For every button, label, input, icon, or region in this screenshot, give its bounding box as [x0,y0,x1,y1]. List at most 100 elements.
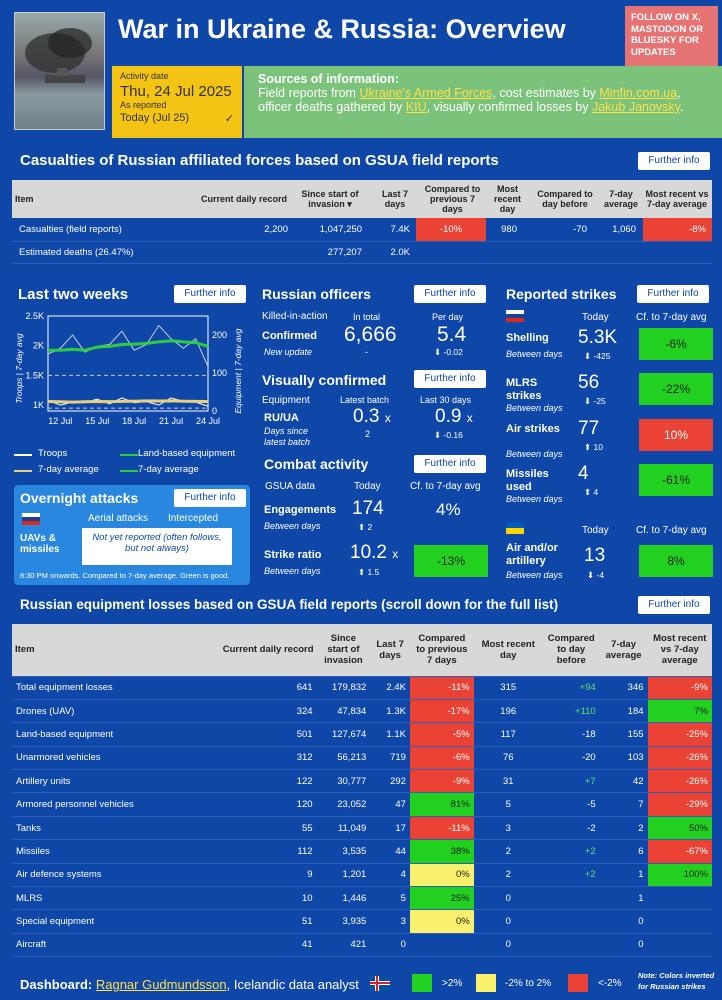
eq-cmp7: -9% [409,769,474,794]
combat-further-info-button[interactable]: Further info [414,455,486,473]
last30-val: 0.9 x [435,406,473,427]
overnight-further-info-button[interactable]: Further info [174,489,246,507]
eq-last7: 4 [370,863,410,888]
casualties-row-1: Casualties (field reports) 2,200 1,047,2… [12,218,712,242]
eq-avg: 42 [599,769,648,794]
overnight-title: Overnight attacks [20,490,139,506]
link-kiu[interactable]: KIU [406,100,427,114]
eq-cmpday: +2 [542,863,600,888]
eq-cmpday: -5 [542,792,600,817]
legend-red-swatch [568,974,588,992]
strike-label-3: Missiles used [506,468,549,493]
eq-vs: 100% [647,863,712,888]
link-ukraine-armed-forces[interactable]: Ukraine's Armed Forces [359,86,492,100]
casualties-since: 1,047,250 [319,224,362,235]
col-since[interactable]: Since start of invasion ▾ [290,180,370,218]
eq-item: Air defence systems [12,863,207,888]
officers-per-day: 5.4 [437,323,467,346]
eng-pct: 4% [436,500,461,519]
casualties-recent: 980 [501,224,517,235]
strike-val-0: 5.3K [578,327,618,348]
footer: Dashboard: Ragnar Gudmundsson, Icelandic… [20,977,359,992]
equipment-further-info-button[interactable]: Further info [638,596,710,614]
eq-item: Special equipment [12,909,207,934]
two-weeks-chart: 2.5K 2K 1.5K 1K 200 100 0 12 Jul 15 Jul 18 Jul 21 … [14,311,243,426]
eng-change: ⬆ 2 [358,522,373,532]
strike-change: ⬆ 1.5 [358,567,380,577]
eq-recent: 315 [473,676,543,700]
combat-today-label: Today [354,481,381,492]
legend-equipment-avg: 7-day average [138,464,199,475]
link-jakub[interactable]: Jakub Janovsky [592,100,680,114]
eng-between: Between days [264,521,321,531]
eq-item: Unarmored vehicles [12,746,207,771]
eq-last7: 44 [370,839,410,864]
visual-further-info-button[interactable]: Further info [414,370,486,388]
ship-smoke-image [25,28,92,83]
eq-record: 55 [206,816,317,841]
engagements-label: Engagements [264,504,337,516]
officers-total: 6,666 [344,323,397,346]
eq-since: 421 [316,933,371,958]
casualties-cmp7: -10% [416,218,486,241]
x-tick: 18 Jul [122,416,146,426]
eq-item: Land-based equipment [12,722,207,747]
table-row: Aircraft 41 421 0 0 0 [12,933,712,958]
ua-strike-label: Air and/or artillery [506,542,558,567]
combat-cf-label: Cf. to 7-day avg [410,481,481,492]
y-left-label: Troops | 7-day avg [14,333,24,403]
eq-cmp7 [409,933,474,958]
col-record: Current daily record [200,194,287,204]
col-cmp7: Compared to previous 7 days [424,184,481,214]
activity-date-panel: Activity date Thu, 24 Jul 2025 As report… [112,66,242,138]
author-link[interactable]: Ragnar Gudmundsson [96,977,227,992]
strike-val-3: 4 [578,463,589,484]
series-line-3 [48,339,209,352]
visual-title: Visually confirmed [262,372,387,388]
in-total-label: In total [353,312,381,322]
eq-since: 179,832 [316,676,371,700]
eq-last7: 3 [370,909,410,934]
y-left-tick: 2K [33,341,44,351]
strike-label-0: Shelling [506,332,549,344]
officers-title: Russian officers [262,286,371,302]
ua-cf-label: Cf. to 7-day avg [636,525,707,536]
two-weeks-further-info-button[interactable]: Further info [174,285,246,303]
eq-item: Tanks [12,816,207,841]
ua-between: Between days [506,570,563,580]
latest-batch-label: Latest batch [340,395,390,405]
activity-date: Thu, 24 Jul 2025 [120,83,232,100]
eq-cmpday: +110 [542,699,600,724]
strikes-further-info-button[interactable]: Further info [637,285,709,303]
strikes-cf-label: Cf. to 7-day avg [636,312,707,323]
eq-cmp7: -11% [409,676,474,700]
y-left-tick: 2.5K [25,311,44,321]
casualties-further-info-button[interactable]: Further info [638,152,710,170]
col-item: Item [15,194,34,204]
strike-between-3: Between days [506,494,563,504]
last30-label: Last 30 days [420,395,472,405]
eq-cmpday: -18 [542,722,600,747]
eq-avg: 2 [599,816,648,841]
eq-last7: 1.3K [370,699,410,724]
strike-pct-0: -6% [639,328,713,360]
col-recent: Most recent day [493,184,521,214]
iceland-flag-icon [370,976,390,991]
strike-between: Between days [264,566,321,576]
today-label: Today (Jul 25) [120,112,190,124]
link-minfin[interactable]: Minfin.com.ua [599,86,677,100]
eq-since: 1,446 [316,886,371,911]
check-icon: ✓ [224,113,234,125]
gsua-label: GSUA data [265,481,316,492]
table-row: Special equipment 51 3,935 3 0% 0 0 [12,909,712,934]
eq-vs: -26% [647,769,712,794]
eq-avg: 0 [599,909,648,934]
strike-val: 10.2 x [350,542,399,563]
uav-missiles-label: UAVs & missiles [20,533,60,555]
eq-record: 112 [206,839,317,864]
follow-button[interactable]: FOLLOW ON X, MASTODON OR BLUESKY FOR UPD… [625,6,718,74]
eq-item: Artillery units [12,769,207,794]
officers-further-info-button[interactable]: Further info [414,285,486,303]
equipment-table: Item Current daily record Since start of… [12,624,712,958]
strike-pct-3: -61% [639,464,713,496]
